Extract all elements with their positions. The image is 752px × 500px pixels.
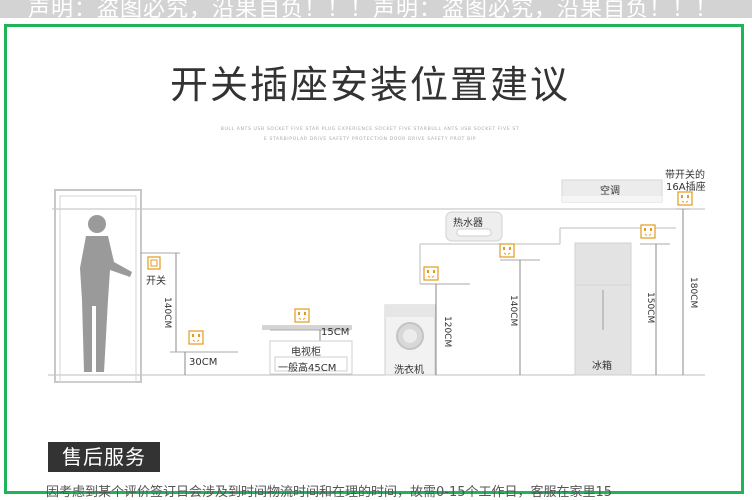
socket-icon-fridge	[640, 224, 656, 239]
heater-label: 热水器	[453, 218, 483, 229]
dim-label-150: 150CM	[645, 292, 655, 324]
dim-label-140-heater: 140CM	[508, 295, 518, 327]
person-silhouette	[80, 215, 132, 372]
ac-socket-label-2: 16A插座	[666, 182, 706, 193]
socket-icon-heater	[499, 243, 515, 258]
fridge-label: 冰箱	[592, 361, 612, 372]
switch-label: 开关	[146, 276, 166, 287]
tv-height-label: 一般高45CM	[278, 363, 337, 374]
refrigerator	[574, 242, 632, 376]
tv-cabinet-label: 电视柜	[291, 347, 321, 358]
socket-icon-low	[188, 330, 204, 345]
socket-icon-washer	[423, 266, 439, 281]
dim-label-120: 120CM	[442, 316, 452, 348]
ac-label: 空调	[600, 186, 620, 197]
switch-icon	[147, 256, 161, 270]
socket-icon-ac	[677, 191, 693, 206]
dim-label-30: 30CM	[189, 357, 218, 368]
after-sales-text: 因考虑到某个评价签订日会涉及到时间物流时间和在理的时间，故需0-15个工作日，客…	[46, 485, 613, 500]
after-sales-heading: 售后服务	[48, 442, 160, 472]
washer-label: 洗衣机	[394, 365, 424, 376]
installation-diagram	[48, 179, 705, 383]
dim-label-140-door: 140CM	[162, 297, 172, 329]
dim-label-180: 180CM	[688, 277, 698, 309]
dim-label-15: 15CM	[321, 327, 350, 338]
socket-icon-tv	[294, 308, 310, 323]
